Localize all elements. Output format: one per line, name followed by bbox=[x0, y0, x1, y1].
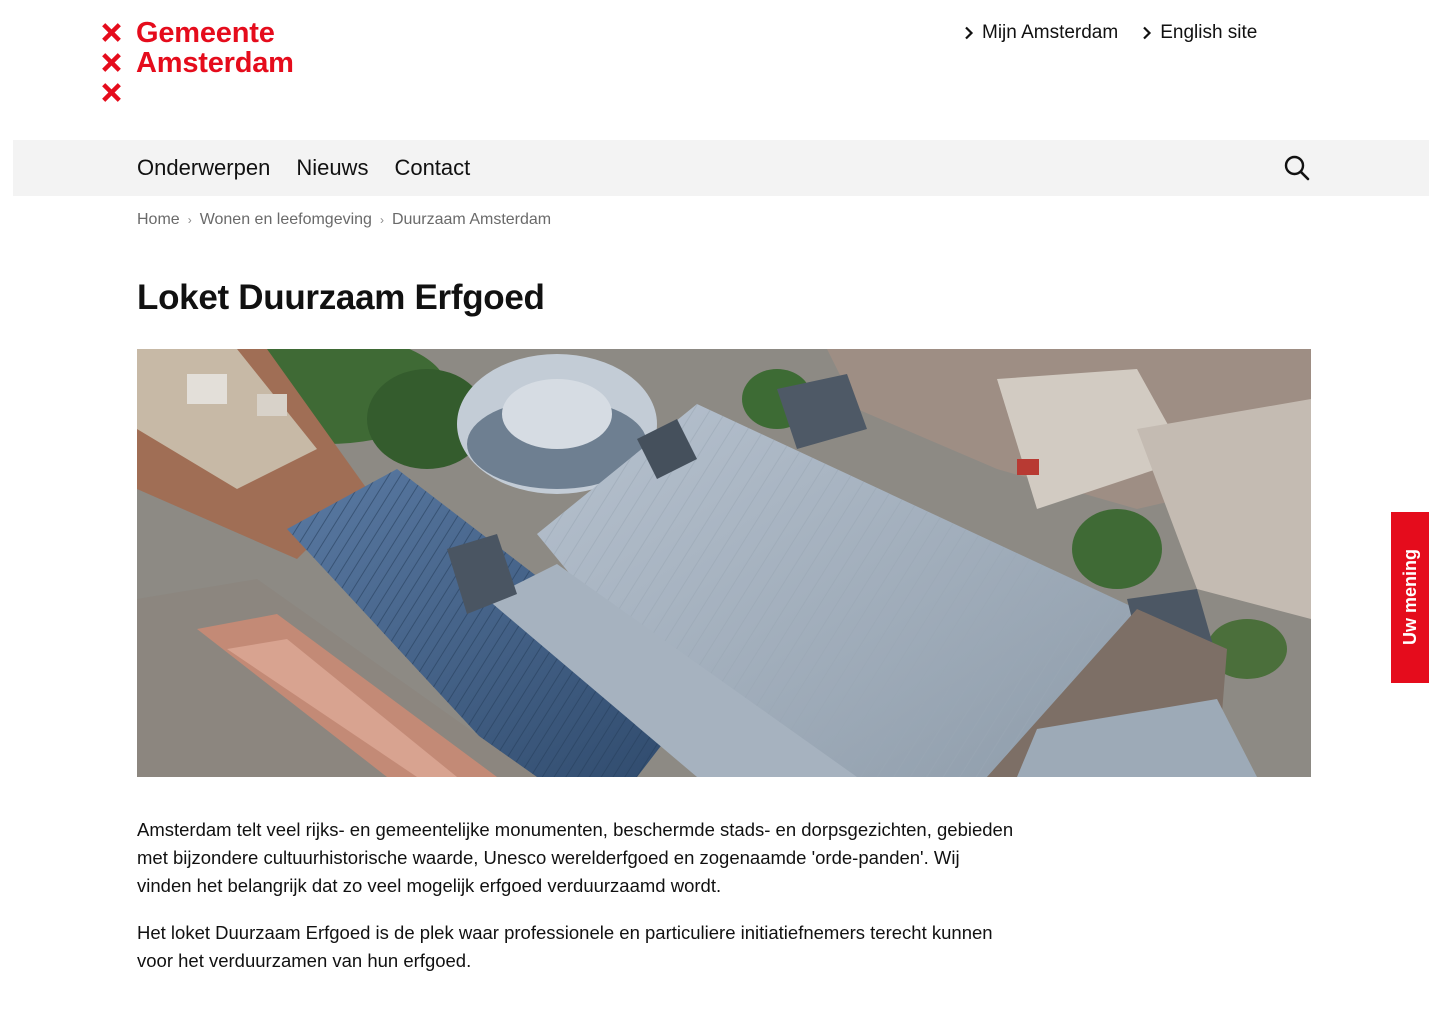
breadcrumb-wonen-en-leefomgeving[interactable]: Wonen en leefomgeving bbox=[200, 211, 372, 229]
chevron-right-icon bbox=[1143, 26, 1152, 40]
hero-image bbox=[137, 349, 1311, 777]
nav-item-nieuws[interactable]: Nieuws bbox=[296, 155, 368, 181]
breadcrumb-separator-icon: › bbox=[187, 213, 192, 227]
nav-item-contact[interactable]: Contact bbox=[394, 155, 470, 181]
mijn-amsterdam-link[interactable]: Mijn Amsterdam bbox=[964, 22, 1118, 44]
gemeente-amsterdam-logo[interactable]: Gemeente Amsterdam bbox=[99, 18, 294, 105]
english-site-link[interactable]: English site bbox=[1142, 22, 1257, 44]
logo-text: Gemeente Amsterdam bbox=[136, 18, 294, 105]
breadcrumb: Home › Wonen en leefomgeving › Duurzaam … bbox=[137, 211, 551, 229]
nav-item-onderwerpen[interactable]: Onderwerpen bbox=[137, 155, 270, 181]
intro-paragraph-1: Amsterdam telt veel rijks- en gemeenteli… bbox=[137, 819, 1014, 896]
andreas-cross-icon bbox=[102, 23, 121, 42]
main-navigation: Onderwerpen Nieuws Contact bbox=[13, 140, 1429, 196]
breadcrumb-separator-icon: › bbox=[379, 213, 384, 227]
feedback-tab[interactable]: Uw mening bbox=[1391, 512, 1429, 683]
nav-items: Onderwerpen Nieuws Contact bbox=[137, 140, 470, 196]
intro-text: Amsterdam telt veel rijks- en gemeenteli… bbox=[137, 816, 1017, 994]
logo-line-1: Gemeente bbox=[136, 17, 275, 49]
logo-line-2: Amsterdam bbox=[136, 47, 294, 79]
mijn-amsterdam-label: Mijn Amsterdam bbox=[982, 22, 1119, 43]
aerial-building-photo bbox=[137, 349, 1311, 777]
intro-paragraph-2: Het loket Duurzaam Erfgoed is de plek wa… bbox=[137, 922, 993, 971]
english-site-label: English site bbox=[1160, 22, 1258, 43]
logo-crosses bbox=[99, 20, 124, 105]
page-title: Loket Duurzaam Erfgoed bbox=[137, 278, 545, 317]
breadcrumb-home[interactable]: Home bbox=[137, 211, 180, 229]
chevron-right-icon bbox=[965, 26, 974, 40]
feedback-label: Uw mening bbox=[1399, 549, 1420, 646]
andreas-cross-icon bbox=[102, 83, 121, 102]
search-icon[interactable] bbox=[1283, 154, 1311, 182]
andreas-cross-icon bbox=[102, 53, 121, 72]
top-links: Mijn Amsterdam English site bbox=[964, 22, 1257, 44]
breadcrumb-duurzaam-amsterdam[interactable]: Duurzaam Amsterdam bbox=[392, 211, 551, 229]
